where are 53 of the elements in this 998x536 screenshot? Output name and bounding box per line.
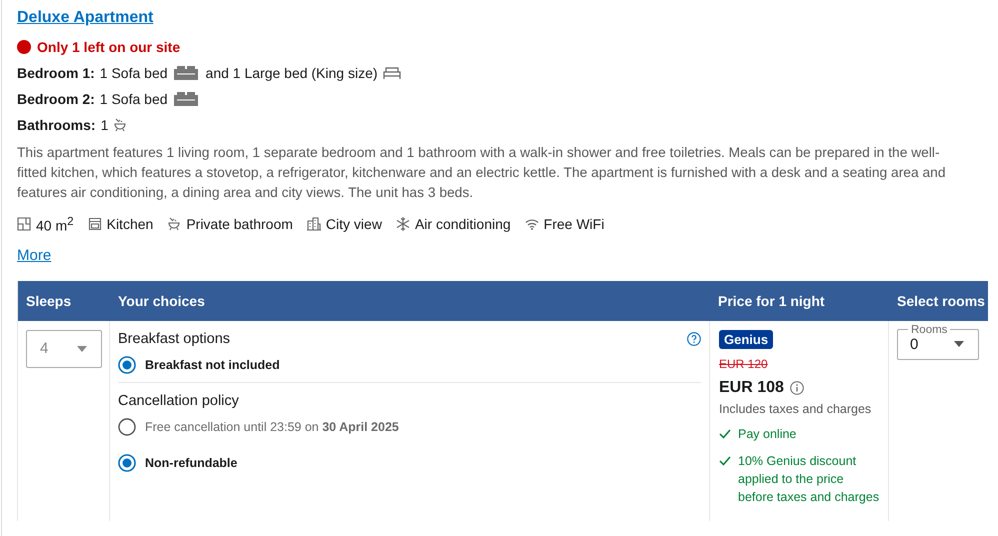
radio-button[interactable] xyxy=(118,454,136,472)
bed-icon xyxy=(382,66,401,80)
choice-group-title: Breakfast options xyxy=(118,330,230,347)
room-description: This apartment features 1 living room, 1 separate bedroom and 1 bathroom with a walk-in shower and free toiletries. Meals can be prepared in the well-fitted kitchen, which features a stovetop, a refrigerator, kitchenware and an electric kettle. The apartment is furnished with a desk and a seating area and features air conditioning, a dining area and city views. The unit has 3 beds. xyxy=(17,144,946,202)
caret-icon xyxy=(77,346,87,352)
bed-description: 1 Sofa bed xyxy=(100,91,168,107)
bed-description: and 1 Large bed (King size) xyxy=(206,65,378,81)
choice-group-title: Cancellation policy xyxy=(118,392,239,409)
facility-label: Kitchen xyxy=(106,216,154,232)
snowflake-icon xyxy=(396,217,410,232)
price-note: Includes taxes and charges xyxy=(719,402,872,416)
option-label: Free cancellation until 23:59 on 30 April 2025 xyxy=(145,420,399,434)
sofa-icon xyxy=(172,91,199,107)
original-price: EUR 120 xyxy=(719,356,769,371)
room-title-link[interactable]: Deluxe Apartment xyxy=(17,8,154,28)
column-heading: Your choices xyxy=(117,292,206,309)
caret-icon xyxy=(954,341,964,348)
oven-icon xyxy=(88,217,102,232)
room-label: Bedroom 2: xyxy=(17,91,95,107)
sofa-icon xyxy=(172,65,199,81)
floor-plan-icon xyxy=(17,217,31,232)
option-label: Breakfast not included xyxy=(145,358,280,372)
shower-icon xyxy=(167,217,182,232)
facility-label: Air conditioning xyxy=(414,216,511,232)
facility-label: Private bathroom xyxy=(186,216,293,232)
genius-badge: Genius xyxy=(719,330,774,349)
check-icon xyxy=(719,428,731,439)
radio-button[interactable] xyxy=(118,418,136,436)
check-icon xyxy=(719,456,731,466)
option-label: Non-refundable xyxy=(145,456,238,470)
perk-label: Pay online xyxy=(738,426,796,443)
perk-label: 10% Genius discount applied to the price before taxes and charges xyxy=(738,452,880,506)
room-label: Bathrooms: xyxy=(17,117,96,133)
shower-icon xyxy=(113,118,128,132)
facility-label: 40 m$^{2}$ xyxy=(36,215,74,234)
info-icon xyxy=(790,380,804,395)
facility-label: Free WiFi xyxy=(544,216,604,232)
column-heading: Select rooms xyxy=(896,292,986,309)
availability-warning: Only 1 left on our site xyxy=(37,39,180,55)
radio-button[interactable] xyxy=(118,356,136,374)
rooms-dropdown[interactable]: Rooms 0 xyxy=(897,324,979,360)
column-heading: Price for 1 night xyxy=(717,292,826,309)
column-heading: Sleeps xyxy=(25,292,72,309)
bed-description: 1 Sofa bed xyxy=(100,65,168,81)
buildings-icon xyxy=(306,217,321,232)
price: EUR 108 xyxy=(719,378,784,397)
bed-description: 1 xyxy=(100,117,108,133)
more-link[interactable]: More xyxy=(17,246,52,264)
sleeps-dropdown[interactable]: 4 xyxy=(26,330,102,368)
facility-label: City view xyxy=(326,216,382,232)
room-label: Bedroom 1: xyxy=(17,65,95,81)
wifi-icon xyxy=(524,218,539,230)
status-dot-icon xyxy=(17,40,31,54)
